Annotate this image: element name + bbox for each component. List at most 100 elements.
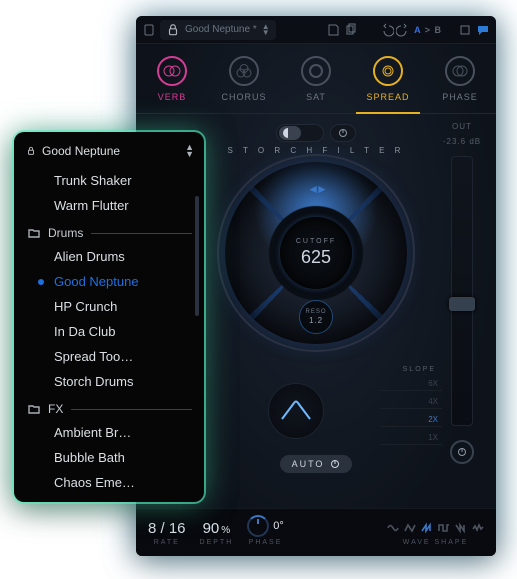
preset-item[interactable]: Chaos Eme… xyxy=(14,470,204,495)
settings-icon[interactable] xyxy=(458,23,472,37)
half-moon-icon xyxy=(283,128,293,138)
lock-icon xyxy=(166,23,180,37)
reso-knob[interactable]: RESO 1.2 xyxy=(299,300,333,334)
top-toolbar: Good Neptune * ▲▼ A > B xyxy=(136,16,496,44)
phase-label: PHASE xyxy=(249,539,283,546)
rate-label: RATE xyxy=(154,539,180,546)
undo-icon[interactable] xyxy=(380,23,394,37)
wave-square-icon[interactable] xyxy=(438,522,450,537)
power-icon xyxy=(338,128,348,138)
redo-icon[interactable] xyxy=(396,23,410,37)
preset-item-selected[interactable]: Good Neptune xyxy=(14,269,204,294)
half-moon-toggle[interactable] xyxy=(276,124,324,142)
preset-item[interactable]: Storch Drums xyxy=(14,369,204,394)
preset-browser-header[interactable]: Good Neptune ▲▼ xyxy=(14,138,204,168)
storch-filter: S T O R C H F I L T E R ◄► CUTOFF 625 RE… xyxy=(211,148,421,358)
preset-item[interactable]: HP Crunch xyxy=(14,294,204,319)
cutoff-readout: CUTOFF 625 xyxy=(280,217,352,289)
preset-item[interactable]: Warm Flutter xyxy=(14,193,204,218)
phase-knob[interactable] xyxy=(247,515,269,537)
preset-category-fx[interactable]: FX xyxy=(14,394,204,420)
fader-handle[interactable] xyxy=(449,297,475,311)
tab-phase[interactable]: PHASE xyxy=(424,44,496,113)
tab-spread[interactable]: SPREAD xyxy=(352,44,424,113)
preset-name: Good Neptune * xyxy=(185,24,257,35)
folder-icon xyxy=(28,404,40,414)
reso-label: RESO xyxy=(305,309,326,315)
preset-item[interactable]: Trunk Shaker xyxy=(14,168,204,193)
wave-sawdown-icon[interactable] xyxy=(455,522,467,537)
output-section: OUT -23.6 dB xyxy=(440,122,484,464)
category-label: FX xyxy=(48,402,63,416)
divider xyxy=(91,233,192,234)
wave-tri-icon[interactable] xyxy=(404,522,416,537)
power-icon xyxy=(457,447,467,457)
menu-icon[interactable] xyxy=(142,23,156,37)
save-icon[interactable] xyxy=(326,23,340,37)
copy-icon[interactable] xyxy=(344,23,358,37)
tab-sat-label: SAT xyxy=(306,92,326,102)
preset-item[interactable]: In Da Club xyxy=(14,319,204,344)
tab-verb-label: VERB xyxy=(158,92,187,102)
chevron-updown-icon: ▲▼ xyxy=(262,24,270,36)
depth-value: 90 xyxy=(203,520,220,537)
wave-sawup-icon[interactable] xyxy=(421,522,433,537)
auto-label: AUTO xyxy=(292,459,325,469)
output-power[interactable] xyxy=(450,440,474,464)
preset-item[interactable]: Alien Drums xyxy=(14,244,204,269)
power-toggle[interactable] xyxy=(330,124,356,142)
tab-verb[interactable]: VERB xyxy=(136,44,208,113)
undo-redo xyxy=(380,23,410,37)
phase-control[interactable]: 0° PHASE xyxy=(247,515,284,546)
out-label: OUT xyxy=(452,122,472,131)
slope-1x[interactable]: 1X xyxy=(380,431,442,445)
effect-tabs: VERB CHORUS SAT SPREAD PHASE xyxy=(136,44,496,114)
tab-sat[interactable]: SAT xyxy=(280,44,352,113)
phase-icon xyxy=(445,56,475,86)
rate-control[interactable]: 8 / 16 RATE xyxy=(148,520,186,546)
depth-label: DEPTH xyxy=(200,539,234,546)
folder-icon xyxy=(28,228,40,238)
chat-icon[interactable] xyxy=(476,23,490,37)
cutoff-value: 625 xyxy=(301,247,331,268)
preset-item[interactable]: Bubble Bath xyxy=(14,445,204,470)
slope-6x[interactable]: 6X xyxy=(380,377,442,391)
auto-button[interactable]: AUTO xyxy=(280,455,353,473)
preset-category-drums[interactable]: Drums xyxy=(14,218,204,244)
divider xyxy=(71,409,192,410)
wave-shape-icons xyxy=(387,522,484,537)
tab-chorus[interactable]: CHORUS xyxy=(208,44,280,113)
cutoff-dial[interactable]: ◄► CUTOFF 625 RESO 1.2 xyxy=(225,162,407,344)
depth-control[interactable]: 90% DEPTH xyxy=(200,520,234,546)
rate-value: 8 / 16 xyxy=(148,520,186,537)
category-label: Drums xyxy=(48,226,83,240)
spread-icon xyxy=(373,56,403,86)
depth-unit: % xyxy=(221,525,230,536)
power-icon xyxy=(330,459,340,469)
selected-type-display[interactable] xyxy=(268,383,324,439)
slope-list: 6X 4X 2X 1X xyxy=(380,377,442,445)
wave-sine-icon[interactable] xyxy=(387,522,399,537)
sat-icon xyxy=(301,56,331,86)
output-fader[interactable] xyxy=(451,156,473,426)
cutoff-label: CUTOFF xyxy=(296,238,336,245)
preset-item[interactable]: Spread Too… xyxy=(14,344,204,369)
chevron-updown-icon: ▲▼ xyxy=(185,144,194,158)
wave-shape-control: WAVE SHAPE xyxy=(387,522,484,546)
slope-4x[interactable]: 4X xyxy=(380,395,442,409)
wave-random-icon[interactable] xyxy=(472,522,484,537)
phase-value: 0° xyxy=(273,520,284,532)
wave-shape-label: WAVE SHAPE xyxy=(403,539,469,546)
chorus-icon xyxy=(229,56,259,86)
slope-2x[interactable]: 2X xyxy=(380,413,442,427)
slope-label: SLOPE xyxy=(403,366,436,373)
preset-item[interactable]: Ambient Br… xyxy=(14,420,204,445)
preset-selector[interactable]: Good Neptune * ▲▼ xyxy=(160,20,276,40)
reso-value: 1.2 xyxy=(309,316,323,325)
lock-icon xyxy=(26,146,36,156)
ab-compare[interactable]: A > B xyxy=(414,25,442,35)
diamond-indicator-icon: ◄► xyxy=(307,182,325,196)
tab-spread-label: SPREAD xyxy=(366,92,409,102)
verb-icon xyxy=(157,56,187,86)
tab-phase-label: PHASE xyxy=(442,92,478,102)
